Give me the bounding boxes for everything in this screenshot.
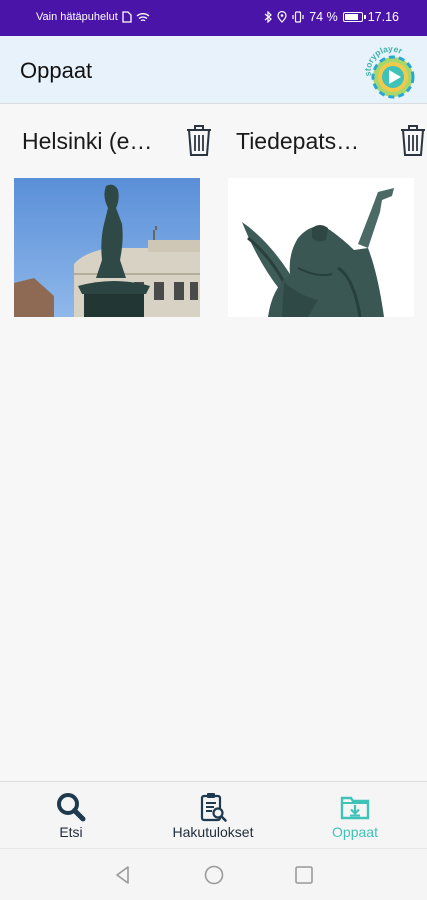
nav-label: Hakutulokset [172, 824, 254, 840]
guides-folder-icon [340, 796, 370, 820]
sim-card-icon [122, 11, 132, 23]
recent-apps-icon[interactable] [292, 863, 316, 887]
status-left: Vain hätäpuhelut [36, 11, 150, 23]
guide-header: Helsinki (e… [14, 118, 214, 164]
guide-title[interactable]: Tiedepats… [236, 128, 376, 155]
nav-label: Etsi [59, 824, 83, 840]
guide-card[interactable]: Helsinki (e… [14, 118, 214, 317]
page-title: Oppaat [20, 58, 93, 83]
carrier-text: Vain hätäpuhelut [36, 11, 118, 23]
trash-icon[interactable] [184, 123, 214, 157]
clock: 17.16 [367, 10, 399, 24]
guide-thumbnail[interactable] [228, 178, 414, 317]
search-icon [57, 793, 86, 822]
nav-label: Oppaat [332, 824, 378, 840]
back-icon[interactable] [111, 863, 135, 887]
location-icon [277, 11, 287, 23]
battery-percent: 74 % [309, 10, 338, 24]
bluetooth-icon [264, 11, 273, 23]
home-icon[interactable] [202, 863, 226, 887]
nav-item-hakutulokset[interactable]: Hakutulokset [142, 782, 284, 849]
nav-item-oppaat[interactable]: Oppaat [284, 782, 426, 849]
wifi-icon [136, 12, 150, 21]
system-navigation-bar [0, 848, 427, 900]
app-bar: Oppaat storyplayer [0, 36, 427, 104]
battery-icon [342, 12, 366, 22]
status-right: 74 % 17.16 [264, 10, 399, 24]
search-results-icon [200, 793, 227, 822]
vibrate-icon [292, 11, 304, 23]
guide-thumbnail[interactable] [14, 178, 200, 317]
trash-icon[interactable] [398, 123, 427, 157]
guide-title[interactable]: Helsinki (e… [22, 128, 162, 155]
guide-card[interactable]: Tiedepats… [228, 118, 427, 317]
guide-header: Tiedepats… [228, 118, 427, 164]
status-bar: Vain hätäpuhelut 74 % 17.16 [0, 0, 427, 36]
storyplayer-logo[interactable]: storyplayer [361, 42, 421, 102]
nav-item-etsi[interactable]: Etsi [0, 782, 142, 849]
bottom-navigation: Etsi Hakutulokset Oppaat [0, 781, 427, 848]
